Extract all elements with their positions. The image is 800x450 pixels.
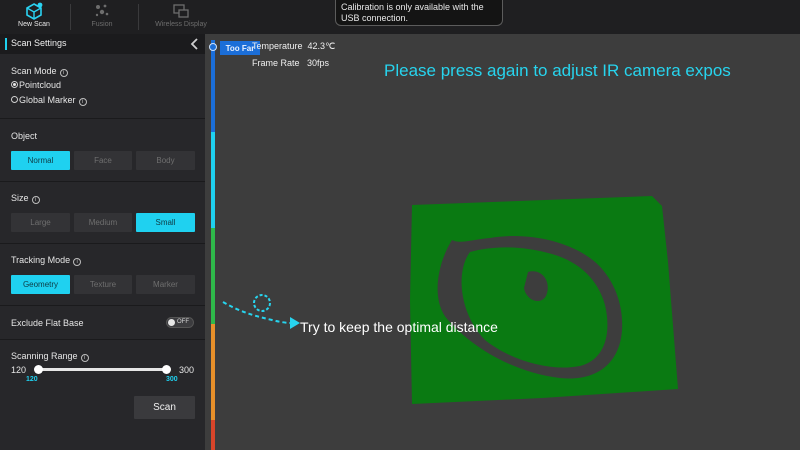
frame-rate-readout: Frame Rate 30fps [252, 58, 329, 68]
distance-marker [209, 43, 217, 51]
temperature-readout: Temperature 42.3℃ [252, 41, 335, 52]
motion-path-icon [222, 294, 300, 329]
distance-indicator-bar [211, 40, 215, 450]
optimal-distance-hint: Try to keep the optimal distance [300, 319, 498, 335]
frame-rate-label: Frame Rate [252, 58, 300, 68]
temperature-value: 42.3℃ [307, 41, 336, 51]
scanner-app: New Scan Fusion Wireless Display Calibra… [0, 0, 800, 450]
ir-exposure-prompt: Please press again to adjust IR camera e… [384, 61, 731, 80]
temperature-label: Temperature [252, 41, 303, 51]
frame-rate-value: 30fps [307, 58, 330, 68]
